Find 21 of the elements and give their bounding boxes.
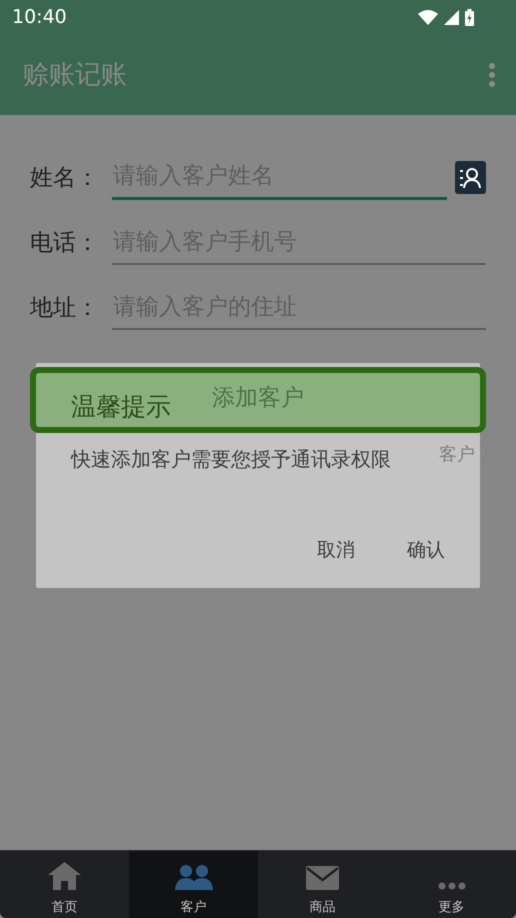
field-label: 电话： — [30, 229, 100, 258]
nav-tab[interactable]: 商品 — [258, 851, 387, 918]
nav-tab[interactable]: 更多 — [387, 851, 516, 918]
contact-book-button[interactable] — [455, 161, 486, 194]
signal-icon — [444, 10, 459, 24]
dialog-button[interactable]: 确认 — [407, 537, 445, 563]
status-time: 10:40 — [12, 6, 67, 28]
app-title: 赊账记账 — [23, 59, 127, 92]
field-label: 姓名： — [30, 164, 100, 193]
field-label: 地址： — [30, 294, 100, 323]
battery-icon — [465, 8, 474, 26]
dialog-button[interactable]: 取消 — [317, 537, 355, 563]
dialog-message: 快速添加客户需要您授予通讯录权限 — [71, 446, 392, 473]
home-icon — [48, 862, 81, 890]
nav-tab[interactable]: 首页 — [0, 851, 129, 918]
wifi-icon — [418, 10, 438, 24]
nav-tab[interactable]: 客户 — [129, 851, 258, 918]
people-icon — [174, 864, 212, 890]
more-icon — [438, 882, 466, 890]
dialog-title: 温馨提示 — [71, 391, 171, 423]
envelope-icon — [306, 866, 339, 890]
